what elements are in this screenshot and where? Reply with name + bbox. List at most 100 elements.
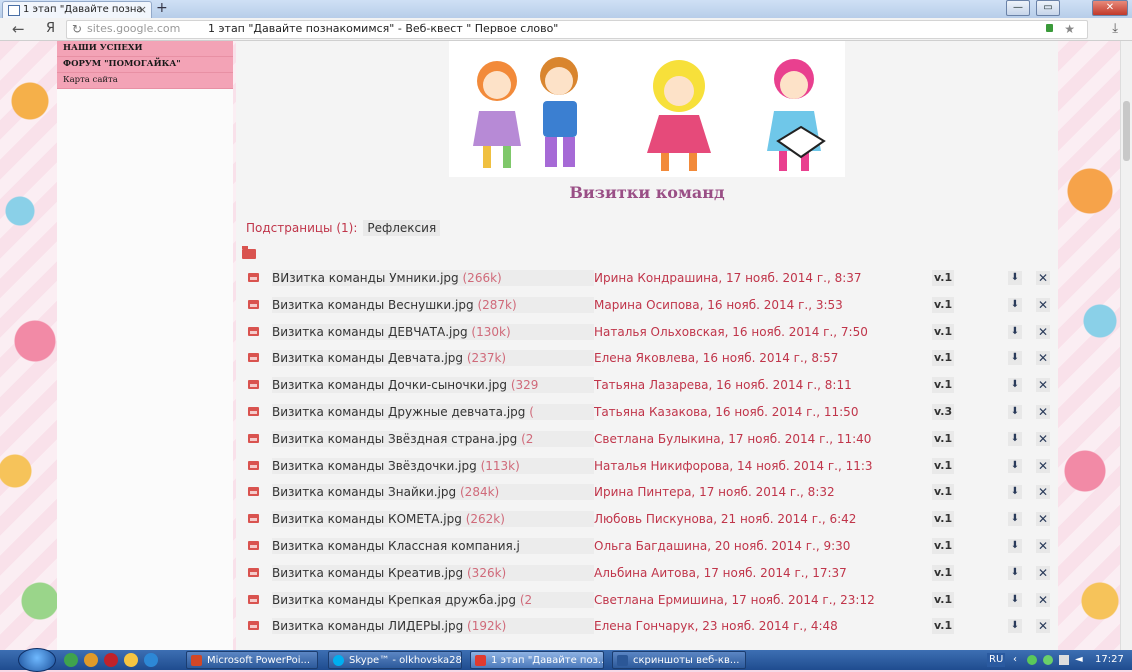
taskbar-item-browser[interactable]: 1 этап "Давайте поз...	[470, 651, 604, 669]
sidebar-item-forum[interactable]: ФОРУМ "ПОМОГАЙКА"	[57, 57, 233, 73]
file-name-link[interactable]: Визитка команды Крепкая дружба.jpg (2	[272, 591, 594, 608]
new-tab-button[interactable]: +	[156, 0, 168, 17]
download-icon[interactable]: ⬇	[1008, 297, 1022, 312]
file-version-link[interactable]: v.1	[932, 564, 955, 581]
delete-icon[interactable]: ✕	[1036, 297, 1050, 312]
delete-icon[interactable]: ✕	[1036, 592, 1050, 607]
file-version-link[interactable]: v.1	[932, 377, 955, 394]
download-icon[interactable]: ⬇	[1008, 565, 1022, 580]
language-indicator[interactable]: RU	[987, 653, 1006, 667]
file-name-link[interactable]: Визитка команды Звёздочки.jpg (113k)	[272, 457, 594, 474]
file-name-link[interactable]: Визитка команды Веснушки.jpg (287k)	[272, 296, 594, 313]
delete-icon[interactable]: ✕	[1036, 539, 1050, 553]
file-author[interactable]: Татьяна Казакова	[594, 405, 708, 419]
taskbar-item-powerpoint[interactable]: Microsoft PowerPoi...	[186, 651, 318, 669]
file-version-link[interactable]: v.1	[932, 270, 955, 286]
opera-icon[interactable]	[104, 653, 118, 667]
file-version-link[interactable]: v.1	[932, 618, 955, 635]
yandex-icon[interactable]	[124, 653, 138, 667]
delete-icon[interactable]: ✕	[1036, 431, 1050, 446]
file-version-link[interactable]: v.1	[932, 296, 955, 313]
file-version-link[interactable]: v.1	[932, 323, 955, 340]
reload-icon[interactable]: ↻	[72, 21, 82, 38]
download-icon[interactable]: ⬇	[1008, 271, 1022, 285]
tray-arrow-icon[interactable]: ‹	[1013, 650, 1017, 670]
file-name-link[interactable]: Визитка команды КОМЕТА.jpg (262k)	[272, 511, 594, 528]
file-version-link[interactable]: v.1	[932, 538, 955, 554]
minimize-button[interactable]: —	[1006, 0, 1030, 16]
file-name-link[interactable]: Визитка команды ЛИДЕРЫ.jpg (192k)	[272, 618, 594, 635]
address-bar[interactable]: ↻ sites.google.com 1 этап "Давайте позна…	[66, 20, 1088, 39]
folder-icon[interactable]	[242, 246, 256, 259]
file-author[interactable]: Татьяна Лазарева	[594, 378, 709, 392]
browser-tab-active[interactable]: 1 этап "Давайте позна ×	[2, 1, 152, 18]
tab-close-icon[interactable]: ×	[138, 2, 147, 18]
sidebar-item-sitemap[interactable]: Карта сайта	[57, 73, 233, 89]
taskbar-item-skype[interactable]: Skype™ - olkhovska28	[328, 651, 462, 669]
file-author[interactable]: Наталья Никифорова	[594, 459, 729, 473]
download-icon[interactable]: ⬇	[1008, 405, 1022, 419]
tray-icon-2[interactable]	[1043, 655, 1053, 665]
download-icon[interactable]: ⬇	[1008, 324, 1022, 339]
start-button[interactable]	[18, 648, 56, 672]
network-icon[interactable]	[1059, 655, 1069, 665]
delete-icon[interactable]: ✕	[1036, 351, 1050, 366]
file-author[interactable]: Марина Осипова	[594, 298, 700, 312]
file-author[interactable]: Альбина Аитова	[594, 566, 696, 580]
file-version-link[interactable]: v.1	[932, 484, 955, 501]
file-author[interactable]: Ирина Кондрашина	[594, 271, 718, 285]
file-author[interactable]: Светлана Булыкина	[594, 432, 721, 446]
scrollbar-thumb[interactable]	[1123, 101, 1130, 161]
file-author[interactable]: Любовь Пискунова	[594, 512, 713, 526]
clock[interactable]: 17:27	[1095, 650, 1124, 670]
delete-icon[interactable]: ✕	[1036, 324, 1050, 339]
bookmark-star-icon[interactable]: ★	[1064, 21, 1075, 38]
file-version-link[interactable]: v.1	[932, 457, 955, 474]
file-name-link[interactable]: Визитка команды Звёздная страна.jpg (2	[272, 430, 594, 447]
file-name-link[interactable]: Визитка команды Дружные девчата.jpg (	[272, 404, 594, 420]
file-version-link[interactable]: v.3	[932, 404, 955, 420]
delete-icon[interactable]: ✕	[1036, 485, 1050, 500]
download-icon[interactable]: ⬇	[1008, 592, 1022, 607]
file-version-link[interactable]: v.1	[932, 511, 955, 528]
delete-icon[interactable]: ✕	[1036, 512, 1050, 527]
subpage-link-reflection[interactable]: Рефлексия	[363, 220, 441, 236]
maximize-button[interactable]: ▭	[1036, 0, 1060, 16]
file-name-link[interactable]: Визитка команды ДЕВЧАТА.jpg (130k)	[272, 323, 594, 340]
delete-icon[interactable]: ✕	[1036, 565, 1050, 580]
file-name-link[interactable]: ВИзитка команды Умники.jpg (266k)	[272, 270, 594, 286]
taskbar-item-word[interactable]: скриншоты веб-кв...	[612, 651, 746, 669]
back-arrow-icon[interactable]: ←	[12, 20, 25, 38]
page-scrollbar[interactable]	[1120, 41, 1132, 650]
volume-icon[interactable]: ◄	[1075, 650, 1083, 670]
chrome-icon[interactable]	[64, 653, 78, 667]
download-icon[interactable]: ⬇	[1008, 458, 1022, 473]
file-version-link[interactable]: v.1	[932, 430, 955, 447]
delete-icon[interactable]: ✕	[1036, 619, 1050, 634]
file-author[interactable]: Ольга Багдашина	[594, 539, 707, 553]
file-name-link[interactable]: Визитка команды Дочки-сыночки.jpg (329	[272, 377, 594, 394]
file-author[interactable]: Светлана Ермишина	[594, 593, 724, 607]
firefox-icon[interactable]	[84, 653, 98, 667]
file-author[interactable]: Елена Гончарук	[594, 619, 695, 633]
file-author[interactable]: Ирина Пинтера	[594, 485, 691, 499]
downloads-icon[interactable]: ⤓	[1112, 21, 1118, 36]
download-icon[interactable]: ⬇	[1008, 485, 1022, 500]
file-name-link[interactable]: Визитка команды Классная компания.j	[272, 538, 594, 554]
yandex-button[interactable]: Я	[46, 21, 55, 36]
file-name-link[interactable]: Визитка команды Креатив.jpg (326k)	[272, 564, 594, 581]
file-name-link[interactable]: Визитка команды Девчата.jpg (237k)	[272, 350, 594, 367]
delete-icon[interactable]: ✕	[1036, 458, 1050, 473]
file-version-link[interactable]: v.1	[932, 591, 955, 608]
file-author[interactable]: Наталья Ольховская	[594, 325, 725, 339]
sidebar-item-successes[interactable]: НАШИ УСПЕХИ	[57, 41, 233, 57]
ie-icon[interactable]	[144, 653, 158, 667]
download-icon[interactable]: ⬇	[1008, 619, 1022, 634]
download-icon[interactable]: ⬇	[1008, 539, 1022, 553]
delete-icon[interactable]: ✕	[1036, 378, 1050, 393]
delete-icon[interactable]: ✕	[1036, 405, 1050, 419]
secure-lock-icon[interactable]	[1046, 24, 1053, 32]
tray-icon-1[interactable]	[1027, 655, 1037, 665]
file-author[interactable]: Елена Яковлева	[594, 351, 695, 365]
delete-icon[interactable]: ✕	[1036, 271, 1050, 285]
